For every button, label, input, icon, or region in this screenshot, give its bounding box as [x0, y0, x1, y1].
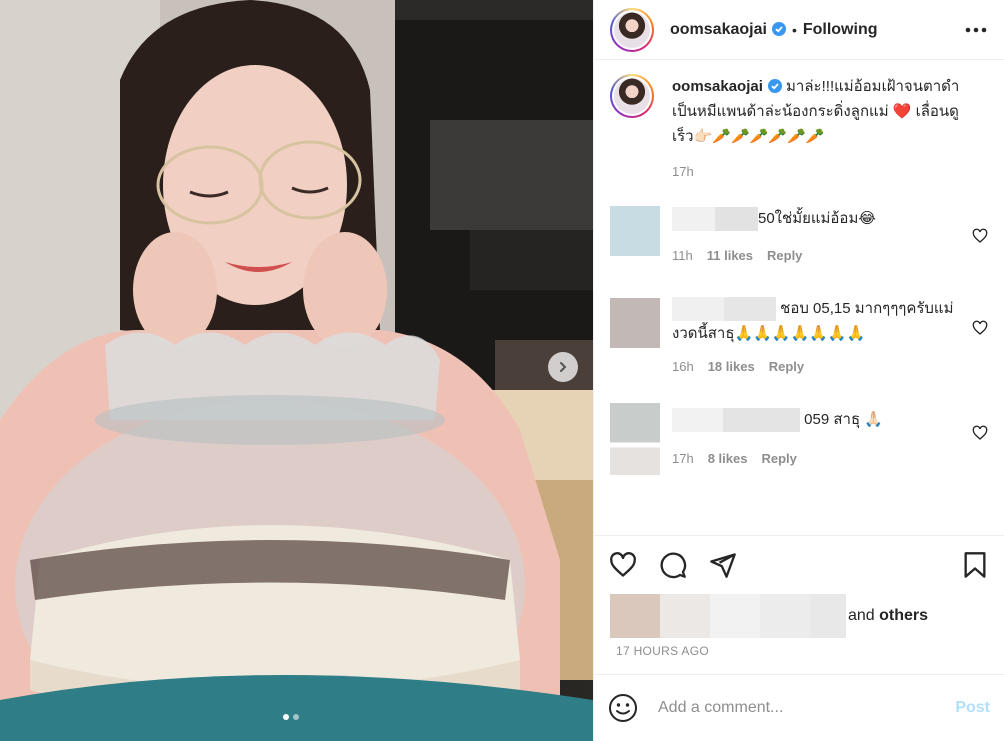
comment-time: 16h	[672, 359, 694, 375]
comments-list[interactable]: oomsakaojai มาล่ะ!!!แม่อ้อมเฝ้าจนตาดำเป็…	[594, 60, 1004, 535]
like-button[interactable]	[608, 550, 638, 580]
comment-meta: 16h 18 likes Reply	[672, 354, 962, 379]
following-button[interactable]: Following	[803, 21, 878, 39]
verified-badge-icon	[767, 79, 782, 93]
comment-item: 50ใช่มั้ยแม่อ้อม😂 11h 11 likes Reply	[610, 206, 988, 268]
commenter-avatar[interactable]	[610, 298, 660, 349]
liker-name-blur[interactable]	[710, 594, 760, 638]
emoji-icon[interactable]	[608, 693, 638, 723]
add-comment-input[interactable]	[656, 698, 930, 718]
comment-heart-icon[interactable]	[972, 320, 988, 336]
comment-meta: 17h 8 likes Reply	[672, 446, 962, 471]
comment-time: 11h	[672, 248, 693, 264]
author-username-text: oomsakaojai	[670, 20, 767, 38]
post-side-panel: oomsakaojai • Following oomsakaojai มาล่…	[593, 0, 1004, 741]
liker-name-blur[interactable]	[810, 594, 846, 638]
comment-likes[interactable]: 8 likes	[708, 451, 748, 466]
reply-button[interactable]: Reply	[769, 359, 804, 374]
avatar-image	[614, 11, 650, 48]
comment-text: 059 สาธุ 🙏🏻	[804, 411, 883, 429]
verified-badge-icon	[771, 21, 786, 36]
commenter-avatar[interactable]	[610, 403, 660, 476]
commenter-avatar[interactable]	[610, 206, 660, 256]
add-comment-bar: Post	[594, 674, 1004, 741]
bookmark-icon	[964, 552, 986, 578]
chevron-right-icon	[560, 362, 567, 372]
comment-heart-icon[interactable]	[972, 425, 988, 441]
caption-time: 17h	[672, 159, 962, 184]
post-header: oomsakaojai • Following	[594, 0, 1004, 60]
comment-body: 50ใช่มั้ยแม่อ้อม😂 11h 11 likes Reply	[672, 206, 962, 268]
author-username[interactable]: oomsakaojai	[670, 21, 786, 39]
liked-by-and: and	[848, 607, 875, 624]
post-modal: oomsakaojai • Following oomsakaojai มาล่…	[0, 0, 1004, 741]
comment-heart-icon[interactable]	[972, 228, 988, 244]
avatar-image	[614, 78, 650, 114]
liker-name-blur[interactable]	[760, 594, 810, 638]
reply-button[interactable]: Reply	[761, 451, 796, 466]
post-comment-button[interactable]: Post	[955, 699, 990, 717]
caption-username[interactable]: oomsakaojai	[672, 78, 782, 95]
heart-icon	[610, 552, 636, 577]
reply-button[interactable]: Reply	[767, 248, 802, 263]
share-button[interactable]	[708, 550, 738, 580]
carousel-dot	[293, 714, 299, 720]
author-avatar[interactable]	[610, 7, 654, 52]
commenter-username[interactable]	[672, 207, 758, 232]
caption-username-text: oomsakaojai	[672, 78, 763, 95]
comment-likes[interactable]: 18 likes	[708, 359, 755, 374]
liked-by-row: and others	[594, 594, 1004, 638]
caption-text-block: oomsakaojai มาล่ะ!!!แม่อ้อมเฝ้าจนตาดำเป็…	[672, 74, 962, 184]
comment-button[interactable]	[658, 550, 688, 580]
comment-text: 50ใช่มั้ยแม่อ้อม😂	[758, 210, 876, 227]
comment-likes[interactable]: 11 likes	[707, 248, 753, 263]
liker-name-blur[interactable]	[660, 594, 710, 638]
carousel-next-button[interactable]	[548, 352, 578, 382]
save-button[interactable]	[960, 550, 990, 580]
carousel-dots	[283, 714, 299, 720]
post-photo	[0, 0, 593, 741]
liked-by-text: and others	[848, 607, 928, 625]
comment-icon	[660, 552, 687, 579]
caption-time-text: 17h	[672, 164, 694, 179]
comment-meta: 11h 11 likes Reply	[672, 243, 962, 268]
more-options-button[interactable]	[964, 18, 988, 42]
comment-body: 059 สาธุ 🙏🏻 17h 8 likes Reply	[672, 407, 962, 475]
commenter-username[interactable]	[672, 408, 800, 433]
comment-time: 17h	[672, 451, 694, 467]
comment-item: 059 สาธุ 🙏🏻 17h 8 likes Reply	[610, 403, 988, 476]
liker-avatar[interactable]	[610, 594, 660, 638]
carousel-dot-active	[283, 714, 289, 720]
post-actions-bar	[594, 535, 1004, 594]
commenter-username[interactable]	[672, 297, 776, 322]
comment-item: ชอบ 05,15 มากๆๆๆครับแม่งวดนี้สาธุ🙏🙏🙏🙏🙏🙏🙏…	[610, 296, 988, 379]
post-caption: oomsakaojai มาล่ะ!!!แม่อ้อมเฝ้าจนตาดำเป็…	[610, 74, 988, 184]
comment-body: ชอบ 05,15 มากๆๆๆครับแม่งวดนี้สาธุ🙏🙏🙏🙏🙏🙏🙏…	[672, 296, 962, 379]
post-timestamp: 17 HOURS AGO	[616, 644, 709, 658]
liked-by-others-link[interactable]: others	[879, 607, 928, 624]
more-horizontal-icon	[965, 27, 987, 32]
share-icon	[710, 553, 736, 578]
header-separator: •	[791, 21, 797, 38]
photo-scene	[0, 0, 593, 741]
caption-avatar[interactable]	[610, 74, 654, 118]
